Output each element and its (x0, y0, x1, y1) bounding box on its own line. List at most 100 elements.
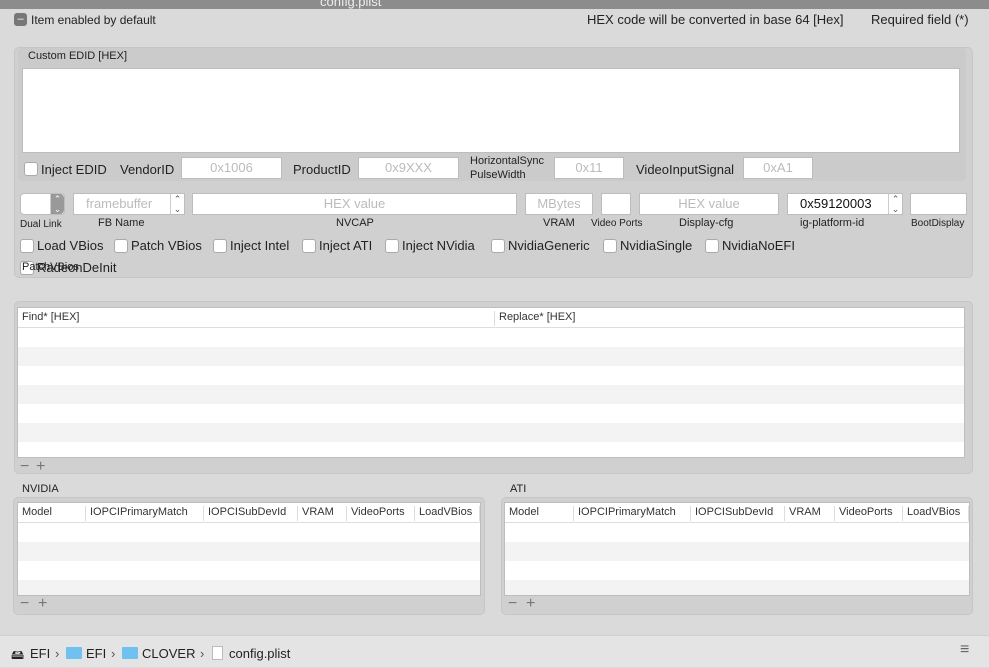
ati-add-button[interactable]: + (526, 595, 535, 613)
table-row[interactable] (18, 442, 964, 457)
item-enabled-checkbox[interactable]: – (14, 13, 27, 26)
video-ports-input[interactable] (601, 193, 631, 215)
column-header[interactable]: VRAM (785, 506, 835, 521)
table-row[interactable] (18, 542, 480, 561)
table-row[interactable] (18, 385, 964, 404)
ati-title: ATI (510, 483, 527, 495)
fb-name-placeholder: framebuffer (86, 196, 153, 211)
nvidia-table[interactable]: Model IOPCIPrimaryMatch IOPCISubDevId VRAM V… (17, 502, 481, 596)
column-header[interactable]: LoadVBios (415, 506, 480, 521)
hex-note: HEX code will be converted in base 64 [H… (587, 12, 844, 27)
column-header[interactable]: IOPCIPrimaryMatch (86, 506, 204, 521)
table-row[interactable] (505, 542, 969, 561)
chevron-icon: › (200, 646, 205, 661)
item-enabled-label: Item enabled by default (31, 13, 156, 27)
drive-icon: 🖴 (11, 647, 25, 662)
inject-ati-label: Inject ATI (319, 238, 373, 253)
nvidia-remove-button[interactable]: − (20, 595, 29, 613)
table-header: Model IOPCIPrimaryMatch IOPCISubDevId VRAM V… (18, 503, 480, 523)
column-header[interactable]: Model (18, 506, 86, 521)
table-row[interactable] (18, 366, 964, 385)
column-header[interactable]: IOPCIPrimaryMatch (574, 506, 691, 521)
edid-textarea[interactable] (22, 68, 960, 153)
hsync-input[interactable]: 0x11 (554, 157, 624, 179)
table-row[interactable] (18, 523, 480, 542)
table-row[interactable] (505, 580, 969, 595)
inject-nvidia-label: Inject NVidia (402, 238, 475, 253)
column-replace[interactable]: Replace* [HEX] (495, 311, 964, 326)
inject-nvidia-checkbox[interactable] (385, 239, 399, 253)
patch-remove-button[interactable]: − (20, 458, 29, 476)
dual-link-popup[interactable]: ⌃ ⌄ (20, 193, 65, 215)
ati-table[interactable]: Model IOPCIPrimaryMatch IOPCISubDevId VRAM V… (504, 502, 970, 596)
load-vbios-checkbox[interactable] (20, 239, 34, 253)
inject-ati-checkbox[interactable] (302, 239, 316, 253)
fb-name-combo[interactable]: framebuffer ⌃ ⌄ (73, 193, 185, 215)
table-row[interactable] (505, 561, 969, 580)
patchvbios-title: PatchVBios (22, 261, 79, 273)
nvidiageneric-checkbox[interactable] (491, 239, 505, 253)
column-header[interactable]: Model (505, 506, 574, 521)
video-input-signal-input[interactable]: 0xA1 (743, 157, 813, 179)
column-find[interactable]: Find* [HEX] (18, 311, 495, 326)
ig-platform-id-value: 0x59120003 (800, 196, 872, 211)
vram-label: VRAM (543, 217, 575, 229)
product-id-input[interactable]: 0x9XXX (358, 157, 459, 179)
inject-intel-label: Inject Intel (230, 238, 290, 253)
ig-platform-id-combo[interactable]: 0x59120003 ⌃ ⌄ (787, 193, 903, 215)
product-id-label: ProductID (293, 162, 351, 177)
nvidiasingle-label: NvidiaSingle (620, 238, 693, 253)
boot-display-input[interactable] (910, 193, 967, 215)
crumb-config-file[interactable]: config.plist (212, 646, 290, 661)
table-row[interactable] (18, 347, 964, 366)
column-header[interactable]: IOPCISubDevId (691, 506, 785, 521)
nvcap-input[interactable]: HEX value (192, 193, 517, 215)
patch-vbios-label: Patch VBios (131, 238, 202, 253)
ig-platform-id-label: ig-platform-id (800, 217, 865, 229)
table-row[interactable] (18, 561, 480, 580)
stepper-icon: ⌃ ⌄ (170, 194, 184, 214)
table-row[interactable] (18, 423, 964, 442)
inject-intel-checkbox[interactable] (213, 239, 227, 253)
table-row[interactable] (18, 328, 964, 347)
inject-edid-label: Inject EDID (41, 162, 107, 177)
path-bar: 🖴 EFI › EFI › CLOVER › config.plist ≡ (0, 635, 989, 667)
display-cfg-label: Display-cfg (679, 217, 734, 229)
inject-edid-checkbox[interactable] (24, 162, 38, 176)
nvidia-add-button[interactable]: + (38, 595, 47, 613)
column-header[interactable]: VideoPorts (835, 506, 903, 521)
column-header[interactable]: VRAM (298, 506, 347, 521)
video-input-signal-label: VideoInputSignal (636, 162, 735, 177)
column-header[interactable]: LoadVBios (903, 506, 969, 521)
nvidianoefi-checkbox[interactable] (705, 239, 719, 253)
load-vbios-label: Load VBios (37, 238, 104, 253)
crumb-clover-folder[interactable]: CLOVER (122, 646, 195, 661)
vendor-id-label: VendorID (120, 162, 175, 177)
crumb-efi-folder[interactable]: EFI (66, 646, 106, 661)
patch-add-button[interactable]: + (36, 458, 45, 476)
patch-vbios-checkbox[interactable] (114, 239, 128, 253)
vram-input[interactable]: MBytes (525, 193, 593, 215)
column-header[interactable]: VideoPorts (347, 506, 415, 521)
video-ports-label: Video Ports (591, 218, 643, 229)
patchvbios-table[interactable]: Find* [HEX] Replace* [HEX] (17, 307, 965, 458)
table-row[interactable] (18, 404, 964, 423)
chevron-icon: › (55, 646, 60, 661)
display-cfg-input[interactable]: HEX value (639, 193, 779, 215)
nvcap-label: NVCAP (336, 217, 374, 229)
window-title: config.plist (320, 0, 382, 9)
menu-icon[interactable]: ≡ (960, 641, 969, 659)
nvidiasingle-checkbox[interactable] (603, 239, 617, 253)
folder-icon (122, 647, 138, 659)
ati-remove-button[interactable]: − (508, 595, 517, 613)
vendor-id-input[interactable]: 0x1006 (181, 157, 282, 179)
required-note: Required field (*) (871, 12, 969, 27)
table-row[interactable] (18, 580, 480, 595)
table-row[interactable] (505, 523, 969, 542)
stepper-icon: ⌃ ⌄ (888, 194, 902, 214)
column-header[interactable]: IOPCISubDevId (204, 506, 298, 521)
crumb-efi-volume[interactable]: EFI (30, 646, 50, 661)
chevron-icon: › (111, 646, 116, 661)
edid-title: Custom EDID [HEX] (28, 50, 128, 62)
pulsewidth-label: PulseWidth (470, 169, 526, 181)
